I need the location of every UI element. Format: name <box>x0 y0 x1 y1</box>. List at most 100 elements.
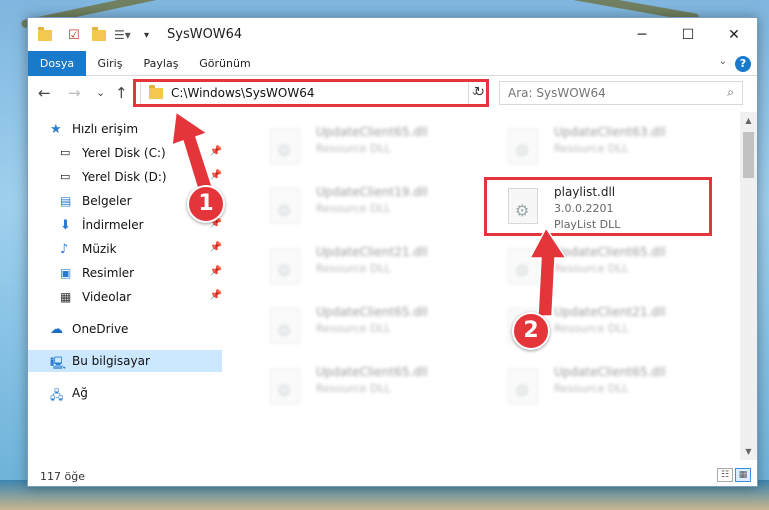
tiles-view-icon[interactable]: ▦ <box>735 468 751 482</box>
dll-file-icon <box>508 128 538 164</box>
file-description: Resource DLL <box>316 202 391 215</box>
file-name: UpdateClient63.dll <box>554 125 666 139</box>
pin-icon[interactable]: 📌 <box>210 170 222 181</box>
dll-file-icon <box>270 368 300 404</box>
recent-locations-button[interactable]: ⌄ <box>96 86 105 99</box>
navigation-bar: ← → ⌄ ↑ C:\Windows\SysWOW64 ⌄ ↻ ⌕ <box>28 76 757 111</box>
sidebar-item-videos[interactable]: ▦ Videolar 📌 <box>28 286 222 308</box>
file-name: UpdateClient65.dll <box>554 245 666 259</box>
file-item[interactable]: UpdateClient65.dll Resource DLL <box>248 300 473 355</box>
item-count: 117 öğe <box>40 470 85 483</box>
pin-icon[interactable]: 📌 <box>210 290 222 301</box>
folder-icon <box>38 26 52 44</box>
documents-icon: ▤ <box>60 194 72 208</box>
star-icon: ★ <box>50 122 62 137</box>
drive-icon: ▭ <box>60 170 71 183</box>
file-description: Resource DLL <box>316 322 391 335</box>
file-item[interactable]: UpdateClient63.dll Resource DLL <box>486 120 711 175</box>
navigation-pane: ★ Hızlı erişim ▭ Yerel Disk (C:) 📌 ▭ Yer… <box>28 112 222 460</box>
sidebar-item-network[interactable]: 🖧 Ağ <box>28 382 222 404</box>
drive-icon: ▭ <box>60 146 71 159</box>
sidebar-item-onedrive[interactable]: ☁ OneDrive <box>28 318 222 340</box>
sidebar-item-this-pc[interactable]: 🖳 Bu bilgisayar <box>28 350 222 372</box>
network-icon: 🖧 <box>50 388 64 402</box>
search-box[interactable]: ⌕ <box>499 81 743 105</box>
sidebar-item-pictures[interactable]: ▣ Resimler 📌 <box>28 262 222 284</box>
sidebar-item-label: Bu bilgisayar <box>72 354 150 368</box>
file-item[interactable]: UpdateClient21.dll Resource DLL <box>248 240 473 295</box>
sidebar-item-label: Belgeler <box>82 194 132 208</box>
video-icon: ▦ <box>60 290 72 304</box>
quick-access-dropdown-icon[interactable]: ▾ <box>144 26 149 44</box>
file-description: Resource DLL <box>554 262 629 275</box>
close-button[interactable]: ✕ <box>711 18 757 51</box>
file-name: UpdateClient65.dll <box>554 365 666 379</box>
scroll-down-icon[interactable]: ▼ <box>740 443 757 460</box>
file-item[interactable]: UpdateClient65.dll Resource DLL <box>486 240 711 295</box>
dll-file-icon <box>270 308 300 344</box>
file-name: UpdateClient21.dll <box>554 305 666 319</box>
scrollbar-thumb[interactable] <box>743 132 754 178</box>
file-item[interactable]: UpdateClient65.dll Resource DLL <box>248 120 473 175</box>
back-button[interactable]: ← <box>38 84 51 102</box>
file-description: Resource DLL <box>554 322 629 335</box>
sidebar-item-quick-access[interactable]: ★ Hızlı erişim <box>28 118 222 140</box>
sidebar-item-label: Yerel Disk (C:) <box>82 146 166 160</box>
tab-paylas[interactable]: Paylaş <box>136 51 186 76</box>
sidebar-item-label: OneDrive <box>72 322 129 336</box>
scroll-up-icon[interactable]: ▲ <box>740 112 757 129</box>
customize-toolbar-icon[interactable]: ☰▾ <box>114 26 131 44</box>
file-explorer-window: ☑ ☰▾ ▾ SysWOW64 ─ ☐ ✕ Dosya Giriş Paylaş… <box>27 17 758 487</box>
maximize-button[interactable]: ☐ <box>665 18 711 51</box>
sidebar-item-local-disk-c[interactable]: ▭ Yerel Disk (C:) 📌 <box>28 142 222 164</box>
window-title: SysWOW64 <box>167 27 243 42</box>
pin-icon[interactable]: 📌 <box>210 266 222 277</box>
file-name: UpdateClient65.dll <box>316 125 428 139</box>
sidebar-item-music[interactable]: ♪ Müzik 📌 <box>28 238 222 260</box>
cloud-icon: ☁ <box>50 322 63 337</box>
file-name: playlist.dll <box>554 185 616 199</box>
tab-giris[interactable]: Giriş <box>88 51 132 76</box>
tab-gorunum[interactable]: Görünüm <box>194 51 256 76</box>
sidebar-item-label: Ağ <box>72 386 88 400</box>
title-bar: ☑ ☰▾ ▾ SysWOW64 ─ ☐ ✕ <box>28 18 757 51</box>
file-name: UpdateClient65.dll <box>316 305 428 319</box>
tab-dosya[interactable]: Dosya <box>28 51 86 76</box>
file-item-playlist-dll[interactable]: playlist.dll 3.0.0.2201 PlayList DLL <box>486 180 711 235</box>
help-button[interactable]: ? <box>735 56 751 72</box>
sidebar-item-local-disk-d[interactable]: ▭ Yerel Disk (D:) 📌 <box>28 166 222 188</box>
minimize-button[interactable]: ─ <box>619 18 665 51</box>
sidebar-item-label: Resimler <box>82 266 135 280</box>
ribbon-tabs: Dosya Giriş Paylaş Görünüm ⌄ ? <box>28 51 757 76</box>
sidebar-item-label: Yerel Disk (D:) <box>82 170 167 184</box>
file-version: 3.0.0.2201 <box>554 202 614 215</box>
new-folder-icon[interactable] <box>92 26 106 44</box>
ribbon-expand-icon[interactable]: ⌄ <box>719 56 727 67</box>
dll-file-icon <box>508 368 538 404</box>
refresh-button[interactable]: ↻ <box>468 82 490 104</box>
vertical-scrollbar[interactable]: ▲ ▼ <box>740 112 757 460</box>
search-icon[interactable]: ⌕ <box>727 85 734 100</box>
file-item[interactable]: UpdateClient65.dll Resource DLL <box>486 360 711 415</box>
up-button[interactable]: ↑ <box>115 84 128 102</box>
address-bar[interactable]: C:\Windows\SysWOW64 ⌄ <box>140 81 487 105</box>
forward-button[interactable]: → <box>68 84 81 102</box>
properties-icon[interactable]: ☑ <box>68 26 80 44</box>
folder-icon <box>149 85 163 99</box>
file-item[interactable]: UpdateClient65.dll Resource DLL <box>248 360 473 415</box>
dll-file-icon <box>270 248 300 284</box>
dll-file-icon <box>508 188 538 224</box>
search-input[interactable] <box>508 82 718 104</box>
file-item[interactable]: UpdateClient19.dll Resource DLL <box>248 180 473 235</box>
file-name: UpdateClient65.dll <box>316 365 428 379</box>
sidebar-item-label: İndirmeler <box>82 218 144 232</box>
address-path: C:\Windows\SysWOW64 <box>171 86 315 100</box>
pin-icon[interactable]: 📌 <box>210 242 222 253</box>
dll-file-icon <box>270 128 300 164</box>
file-description: Resource DLL <box>316 142 391 155</box>
pin-icon[interactable]: 📌 <box>210 146 222 157</box>
dll-file-icon <box>270 188 300 224</box>
details-view-icon[interactable]: ☷ <box>717 468 733 482</box>
download-icon: ⬇ <box>60 218 71 233</box>
computer-icon: 🖳 <box>50 356 67 370</box>
